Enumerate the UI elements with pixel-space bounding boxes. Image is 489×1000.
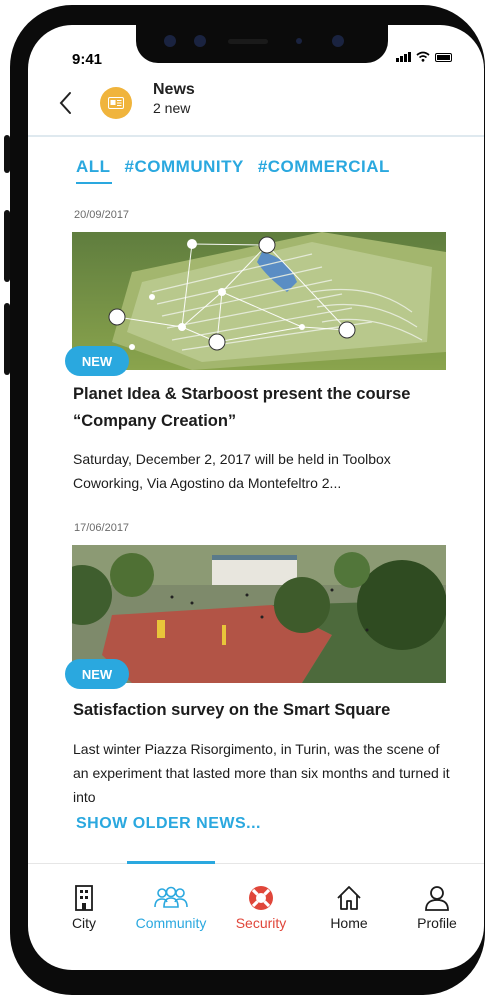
news-date: 17/06/2017: [74, 522, 130, 534]
mute-switch: [4, 135, 10, 173]
bottom-nav: City Community Security Home Profile: [28, 875, 484, 945]
home-icon: [337, 886, 361, 910]
tab-all[interactable]: ALL: [76, 157, 111, 177]
battery-icon: [435, 53, 452, 62]
news-excerpt: Last winter Piazza Risorgimento, in Turi…: [73, 741, 450, 805]
news-avatar: [100, 87, 132, 119]
news-date: 20/09/2017: [74, 209, 130, 221]
nav-label-community: Community: [135, 915, 207, 931]
page-title: News: [153, 81, 195, 98]
nav-label-home: Home: [330, 915, 368, 931]
show-older-news-link[interactable]: SHOW OLDER NEWS...: [76, 815, 261, 833]
filter-tabs: ALL #COMMUNITY #COMMERCIAL: [76, 157, 390, 177]
new-badge: NEW: [65, 346, 129, 376]
back-chevron-icon[interactable]: [58, 91, 72, 115]
phone-frame: 9:41 News 2 new ALL #COMMUNITY #COMMERCI…: [4, 5, 485, 995]
nav-active-indicator: [127, 861, 215, 864]
notch: [136, 25, 388, 63]
nav-item-city[interactable]: City: [39, 875, 129, 931]
new-badge: NEW: [65, 659, 129, 689]
header: News 2 new: [28, 81, 484, 137]
news-image[interactable]: [72, 545, 446, 683]
active-tab-indicator: [76, 182, 112, 184]
wifi-icon: [416, 51, 430, 62]
status-time: 9:41: [72, 51, 103, 68]
header-divider: [28, 135, 484, 137]
nav-item-community[interactable]: Community: [126, 875, 216, 931]
profile-icon: [425, 886, 449, 911]
people-icon: [154, 886, 188, 908]
volume-up-button: [4, 210, 10, 282]
newspaper-icon: [108, 97, 124, 109]
news-excerpt: Saturday, December 2, 2017 will be held …: [73, 451, 391, 491]
nav-label-profile: Profile: [417, 915, 457, 931]
news-image[interactable]: [72, 232, 446, 370]
signal-icon: [396, 52, 411, 62]
volume-down-button: [4, 303, 10, 375]
building-icon: [75, 885, 93, 911]
page-subtitle: 2 new: [153, 100, 191, 116]
nav-item-home[interactable]: Home: [304, 875, 394, 931]
nav-label-city: City: [71, 915, 97, 931]
nav-label-security: Security: [235, 915, 287, 931]
news-title[interactable]: Planet Idea & Starboost present the cour…: [73, 381, 453, 435]
news-title[interactable]: Satisfaction survey on the Smart Square: [73, 697, 453, 724]
lifebuoy-icon: [249, 886, 273, 910]
status-icons: [396, 51, 452, 62]
screen: 9:41 News 2 new ALL #COMMUNITY #COMMERCI…: [28, 25, 484, 970]
nav-item-profile[interactable]: Profile: [392, 875, 482, 931]
tab-community[interactable]: #COMMUNITY: [125, 157, 244, 177]
nav-divider: [28, 863, 484, 864]
nav-item-security[interactable]: Security: [216, 875, 306, 931]
tab-commercial[interactable]: #COMMERCIAL: [258, 157, 390, 177]
